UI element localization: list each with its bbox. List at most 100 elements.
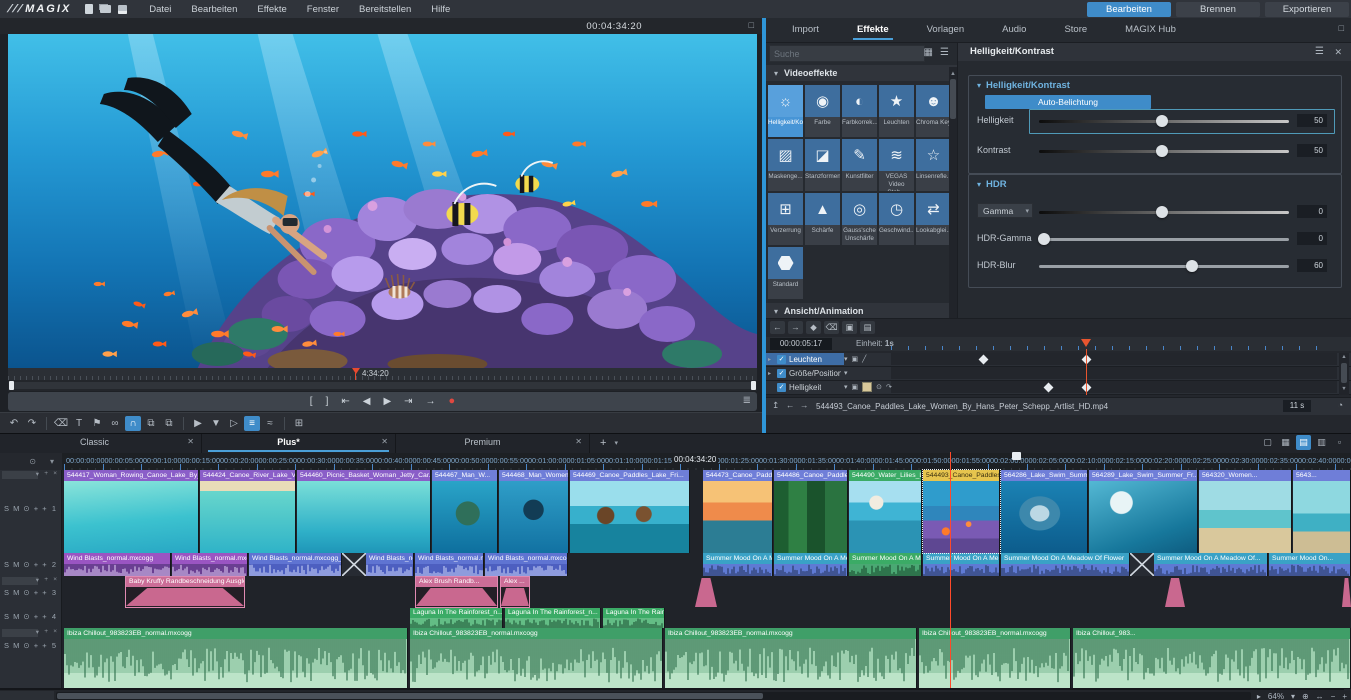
add-icon[interactable]: + — [44, 628, 48, 635]
video-clip[interactable]: 564286_Lake_Swim_Summer_Friends_B — [1001, 470, 1088, 553]
crossfade[interactable] — [1130, 553, 1154, 576]
title-clip[interactable]: Baby Kruffy Randbeschneidung Ausgleich..… — [125, 576, 245, 608]
delete-button[interactable]: ⌫ — [53, 416, 69, 431]
clock-icon[interactable]: ◔ — [1338, 400, 1343, 410]
undo-button[interactable]: ↶ — [6, 416, 22, 431]
helligkeit-slider-handle[interactable] — [1156, 115, 1168, 127]
auto-belichtung-button[interactable]: Auto-Belichtung — [985, 95, 1151, 109]
track-3-header[interactable]: ▾+×S M ⊙ + +3 — [0, 576, 62, 608]
music-clip[interactable]: Ibiza Chillout_983... — [1073, 628, 1351, 688]
hdr-gamma-slider-track[interactable] — [1039, 238, 1289, 241]
video-clip[interactable]: 544417_Woman_Rowing_Canoe_Lake_By_H... — [64, 470, 199, 553]
title-clip[interactable] — [1165, 576, 1185, 608]
gamma-dropdown[interactable]: Gamma▾ — [977, 203, 1033, 218]
menu-bereitstellen[interactable]: Bereitstellen — [351, 2, 419, 17]
audio-clip[interactable]: Wind Blasts_normal.mxcogg — [64, 553, 171, 576]
project-tab-plus[interactable]: Plus*✕ — [202, 434, 396, 453]
track-4-buttons[interactable]: S M ⊙ + + — [4, 612, 48, 621]
menu-effekte[interactable]: Effekte — [249, 2, 294, 17]
title-clip[interactable]: Alex Brush Randb... — [415, 576, 498, 608]
keyframe-row-gr-e-position[interactable]: ▸✓Größe/Position/...▾ — [766, 367, 1351, 381]
ambience-clip[interactable]: Laguna In The Rainfores... — [603, 608, 665, 628]
panel-menu-icon[interactable]: ☰ — [1315, 43, 1324, 61]
video-clip[interactable]: 544460_Picnic_Basket_Woman_Jetty_Car... — [297, 470, 431, 553]
menu-datei[interactable]: Datei — [141, 2, 179, 17]
search-input[interactable] — [769, 45, 925, 62]
mode-storyboard-icon[interactable]: ▦ — [1278, 435, 1293, 450]
scrollbar-thumb[interactable] — [950, 79, 956, 119]
track-3-buttons[interactable]: S M ⊙ + + — [4, 588, 48, 597]
track-1-buttons[interactable]: S M ⊙ + + — [4, 504, 48, 513]
open-project-icon[interactable] — [100, 5, 111, 13]
kf-delete-button[interactable]: ⌫ — [824, 321, 839, 334]
range-handle-right[interactable] — [751, 381, 756, 390]
effect-tile-gauss-sche-unsch-rfe[interactable]: ◎Gauss'sche Unschärfe — [842, 193, 877, 245]
kontrast-slider-handle[interactable] — [1156, 145, 1168, 157]
object-mode[interactable]: ≡ — [244, 416, 260, 431]
music-clip[interactable]: Ibiza Chillout_983823EB_normal.mxcogg — [665, 628, 917, 688]
new-tab-button[interactable]: + — [600, 434, 606, 453]
effect-tile-farbe[interactable]: ◉Farbe — [805, 85, 840, 137]
gamma-value[interactable]: 0 — [1297, 205, 1327, 218]
track-name-field[interactable] — [2, 629, 38, 637]
panel-close-icon[interactable]: ✕ — [1334, 43, 1342, 61]
preview-playhead[interactable] — [352, 368, 360, 374]
workflow-exportieren-button[interactable]: Exportieren — [1265, 2, 1349, 17]
hdr-blur-value[interactable]: 60 — [1297, 259, 1327, 272]
mode-compact-icon[interactable]: ▫ — [1332, 435, 1347, 450]
checkbox-leuchten[interactable]: ✓ — [777, 355, 786, 364]
tab-magix-hub[interactable]: MAGIX Hub — [1121, 22, 1180, 40]
curve-mode[interactable]: ≈ — [262, 416, 278, 431]
track-2-header[interactable]: S M ⊙ + +2 — [0, 553, 62, 576]
preview-video[interactable] — [8, 34, 757, 368]
kf-copy-button[interactable]: ▣ — [842, 321, 857, 334]
panel-restore-icon[interactable]: □ — [1339, 23, 1344, 33]
helligkeit-value[interactable]: 50 — [1297, 114, 1327, 127]
kf-next-button[interactable]: → — [788, 321, 803, 334]
next-object-icon[interactable]: → — [800, 400, 809, 410]
marker-tool[interactable]: ⚑ — [89, 416, 105, 431]
effect-tile-linsenrefle[interactable]: ☆Linsenrefle... — [916, 139, 951, 191]
mode-timeline-icon[interactable]: ▢ — [1260, 435, 1275, 450]
effect-tile-standard[interactable]: Standard — [768, 247, 803, 299]
music-clip[interactable]: Ibiza Chillout_983823EB_normal.mxcogg — [919, 628, 1071, 688]
preview-range-bar[interactable] — [8, 380, 757, 391]
effect-tile-stanzformen[interactable]: ◪Stanzformen — [805, 139, 840, 191]
video-clip[interactable]: 544424_Canoe_River_Lake_Veg... — [200, 470, 296, 553]
video-clip[interactable]: 544473_Canoe_Paddles... — [703, 470, 773, 553]
list-view-icon[interactable]: ☰ — [940, 47, 949, 58]
workflow-brennen-button[interactable]: Brennen — [1176, 2, 1260, 17]
tab-import[interactable]: Import — [788, 22, 823, 40]
mode-overview-icon[interactable]: ▥ — [1314, 435, 1329, 450]
checkbox-gr-e-position[interactable]: ✓ — [777, 369, 786, 378]
music-clip[interactable]: Ibiza Chillout_983823EB_normal.mxcogg — [64, 628, 408, 688]
mode-scene-icon[interactable]: ▤ — [1296, 435, 1311, 450]
tab-vorlagen[interactable]: Vorlagen — [923, 22, 969, 40]
effect-tile-farbkorrek[interactable]: ◐Farbkorrek... — [842, 85, 877, 137]
tab-store[interactable]: Store — [1060, 22, 1091, 40]
track-5-buttons[interactable]: S M ⊙ + + — [4, 641, 48, 650]
jump-start-button[interactable]: ⇤ — [341, 392, 349, 411]
audio-clip[interactable]: Summer Mood On A Meadow Of... — [1154, 553, 1268, 576]
mark-in-button[interactable]: [ — [310, 392, 313, 411]
title-clip[interactable] — [695, 576, 717, 608]
audio-clip[interactable]: Wind Blasts_norm... — [366, 553, 414, 576]
zoom-out-button[interactable]: − — [1331, 692, 1336, 700]
timeline-playhead[interactable] — [950, 452, 951, 688]
chevron-down-icon[interactable]: ▾ — [36, 470, 39, 478]
gamma-slider-handle[interactable] — [1156, 206, 1168, 218]
video-clip[interactable]: 544469_Canoe_Paddles_Lake_Fri... — [570, 470, 690, 553]
effect-tile-vegas-video-stab[interactable]: ≋VEGAS Video Stab... — [879, 139, 914, 191]
ruler-options-icon[interactable]: ▾ — [50, 457, 54, 466]
ambience-clip[interactable]: Laguna In The Rainforest_n... — [410, 608, 503, 628]
kontrast-value[interactable]: 50 — [1297, 144, 1327, 157]
play-button[interactable]: ▶ — [383, 392, 391, 411]
prev-frame-button[interactable]: ◀ — [363, 392, 371, 411]
audio-clip[interactable]: Wind Blasts_normal.mxcogg — [415, 553, 484, 576]
track-4-header[interactable]: S M ⊙ + +4 — [0, 608, 62, 628]
menu-bearbeiten[interactable]: Bearbeiten — [183, 2, 245, 17]
audio-clip[interactable]: Summer Mood On A Meadow... — [774, 553, 848, 576]
next-frame-button[interactable]: ⇥ — [404, 392, 412, 411]
keyframe-scrollbar[interactable]: ▲ ▼ — [1339, 353, 1349, 395]
effect-tile-geschwind[interactable]: ◷Geschwind... — [879, 193, 914, 245]
